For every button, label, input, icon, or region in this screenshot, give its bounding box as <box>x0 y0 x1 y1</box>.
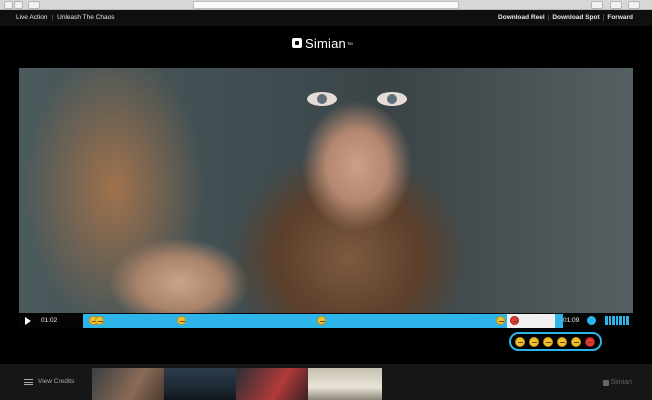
forward-link[interactable]: Forward <box>607 14 633 21</box>
grin-emoji-icon[interactable] <box>317 316 326 325</box>
simian-logo-icon <box>292 38 302 48</box>
love-emoji-icon[interactable] <box>515 337 525 347</box>
thumbnail-1[interactable] <box>92 368 164 400</box>
happy-emoji-icon[interactable] <box>529 337 539 347</box>
extension-button[interactable] <box>591 1 603 9</box>
download-reel-link[interactable]: Download Reel <box>498 14 545 21</box>
sidebar-button[interactable] <box>28 1 40 9</box>
header-bar: Live Action | Unleash The Chaos Download R… <box>0 10 652 26</box>
play-icon[interactable] <box>25 317 31 325</box>
breadcrumb-item-live-action[interactable]: Live Action <box>16 14 47 21</box>
footer-bar: View Credits Simian <box>0 364 652 400</box>
share-button[interactable] <box>610 1 622 9</box>
address-bar[interactable] <box>193 1 459 9</box>
sad-emoji-icon[interactable] <box>571 337 581 347</box>
thumbnail-2[interactable] <box>164 368 236 400</box>
duration-time: 01:09 <box>563 317 580 324</box>
logo-text: Simian <box>305 35 346 51</box>
breadcrumb-item-project[interactable]: Unleash The Chaos <box>57 14 114 21</box>
download-spot-link[interactable]: Download Spot <box>552 14 599 21</box>
video-eye-left <box>307 92 337 106</box>
menu-icon <box>24 378 33 385</box>
reaction-picker <box>509 332 602 351</box>
neutral-emoji-icon[interactable] <box>177 316 186 325</box>
view-credits-label: View Credits <box>38 378 75 385</box>
video-eye-right <box>377 92 407 106</box>
video-frame[interactable] <box>19 68 633 313</box>
current-time: 01:02 <box>41 317 58 324</box>
grin-emoji-icon[interactable] <box>95 316 104 325</box>
thumbnail-4[interactable] <box>308 368 382 400</box>
breadcrumb: Live Action | Unleash The Chaos <box>16 14 115 21</box>
thumbnail-3[interactable] <box>236 368 308 400</box>
feedback-face-icon[interactable] <box>587 316 596 325</box>
simian-brand-icon <box>602 379 609 386</box>
angry-emoji-icon[interactable] <box>585 337 595 347</box>
footer-brand: Simian <box>602 379 632 386</box>
meh-emoji-icon[interactable] <box>557 337 567 347</box>
back-button[interactable] <box>4 1 13 9</box>
forward-button[interactable] <box>14 1 23 9</box>
angry-emoji-icon[interactable] <box>510 316 519 325</box>
simian-logo: Simian TM <box>292 35 353 51</box>
view-credits-button[interactable]: View Credits <box>24 378 74 385</box>
browser-toolbar <box>0 0 652 10</box>
tabs-button[interactable] <box>628 1 640 9</box>
player-controls: 01:02 01:09 <box>19 313 633 328</box>
neutral-emoji-icon[interactable] <box>543 337 553 347</box>
volume-bars[interactable] <box>605 316 630 325</box>
smile-emoji-icon[interactable] <box>496 316 505 325</box>
header-actions: Download Reel | Download Spot | Forward <box>498 14 633 21</box>
thumbnail-strip <box>92 368 382 400</box>
